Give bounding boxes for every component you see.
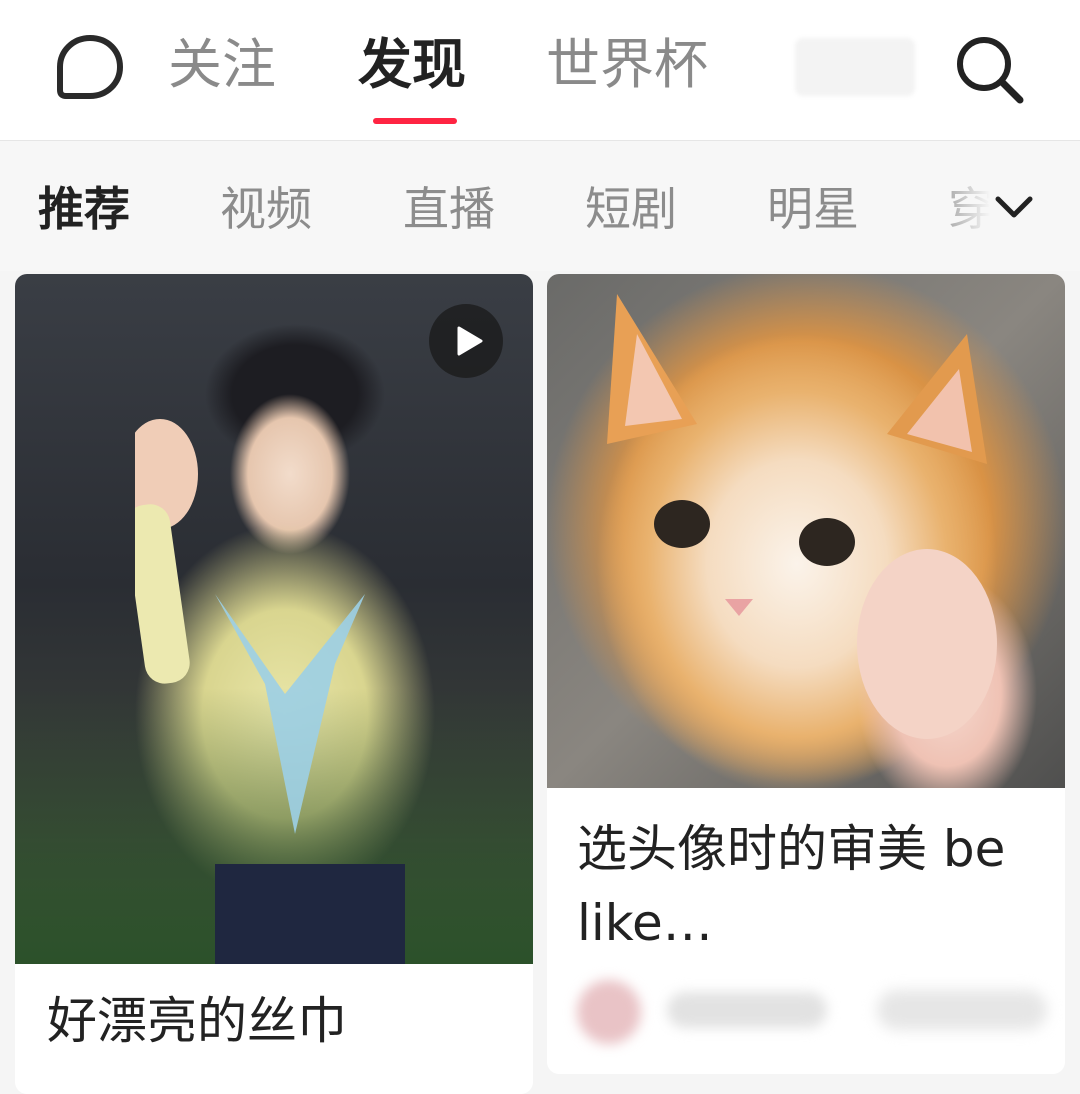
tab-world-cup[interactable]: 世界杯	[546, 30, 708, 100]
author-row[interactable]	[577, 974, 1047, 1044]
card-cover-image[interactable]	[547, 274, 1065, 788]
top-nav-bar: 关注 发现 世界杯	[0, 0, 1080, 141]
card-title[interactable]: 好漂亮的丝巾	[47, 984, 517, 1058]
card-cover-image[interactable]	[15, 274, 533, 964]
tab-following[interactable]: 关注	[168, 30, 276, 100]
category-short-drama[interactable]: 短剧	[585, 179, 677, 239]
chat-bubble-icon[interactable]	[54, 32, 126, 104]
feed-card[interactable]: 选头像时的审美 be like…	[547, 274, 1065, 1074]
category-celebrity[interactable]: 明星	[767, 179, 859, 239]
active-tab-indicator	[373, 118, 457, 124]
category-live[interactable]: 直播	[403, 179, 495, 239]
person-illustration	[135, 419, 405, 964]
category-bar: 推荐 视频 直播 短剧 明星 穿	[0, 141, 1080, 271]
avatar[interactable]	[577, 980, 641, 1044]
chevron-down-icon[interactable]	[990, 183, 1038, 231]
author-name-blurred[interactable]	[667, 992, 827, 1028]
play-icon[interactable]	[429, 304, 503, 378]
tab-discover[interactable]: 发现	[358, 30, 466, 100]
feed-card[interactable]: 好漂亮的丝巾	[15, 274, 533, 1094]
card-title[interactable]: 选头像时的审美 be like…	[577, 812, 1047, 960]
blurred-chip	[795, 38, 915, 96]
search-icon[interactable]	[952, 32, 1028, 108]
kitten-illustration	[607, 294, 997, 739]
like-count-blurred[interactable]	[877, 990, 1047, 1030]
category-video[interactable]: 视频	[220, 179, 312, 239]
category-recommend[interactable]: 推荐	[38, 179, 130, 239]
